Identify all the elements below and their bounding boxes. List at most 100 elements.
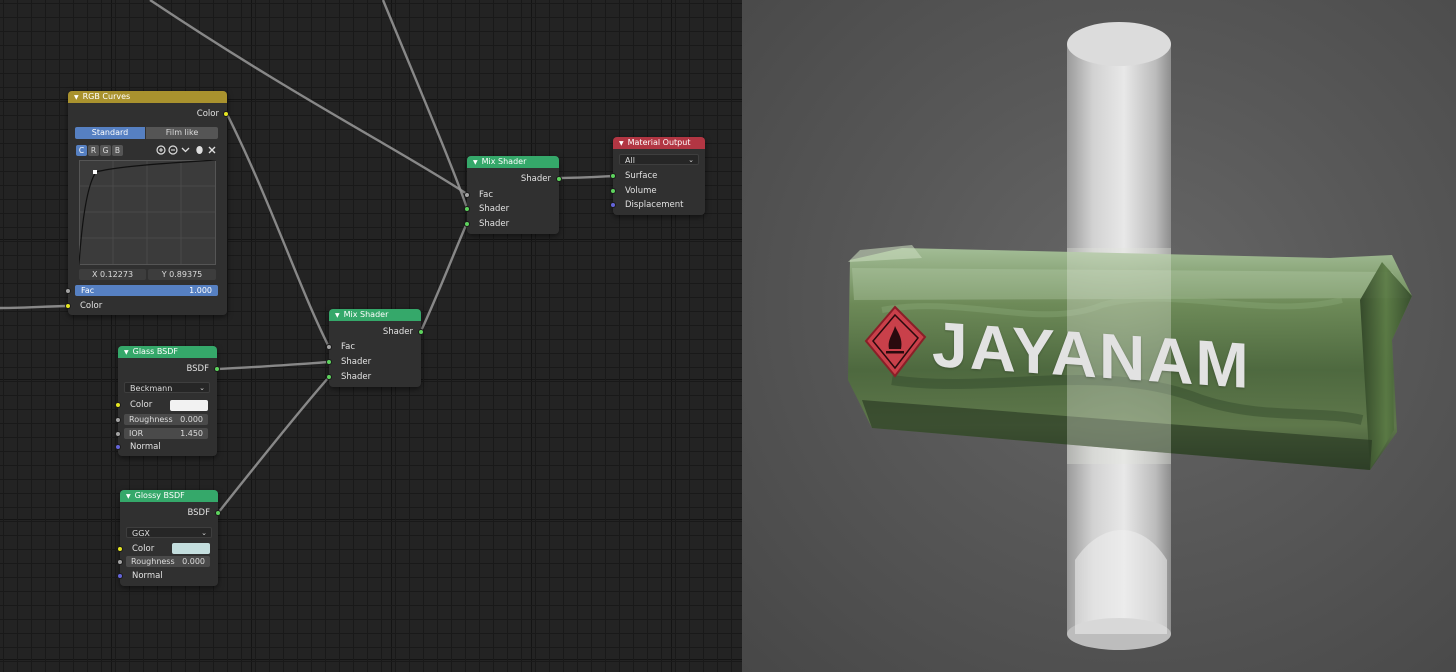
link-curves-color-to-mix1-fac: [225, 113, 331, 348]
glossy-color-socket[interactable]: [117, 546, 123, 552]
collapse-triangle-icon[interactable]: ▼: [473, 159, 478, 166]
volume-input-socket[interactable]: [610, 188, 616, 194]
glass-normal-label: Normal: [130, 442, 161, 452]
close-icon[interactable]: [208, 146, 216, 154]
fac-label: Fac: [81, 286, 95, 295]
mix-shader-1-shader-a-label: Shader: [341, 357, 372, 367]
surface-input-socket[interactable]: [610, 173, 616, 179]
glass-ior-socket[interactable]: [115, 431, 121, 437]
mix-shader-2-shader-b-socket[interactable]: [464, 221, 470, 227]
link-glossy-to-mix1: [217, 376, 330, 514]
glass-distribution-value: Beckmann: [130, 384, 173, 393]
glass-bsdf-output-socket[interactable]: [214, 366, 220, 372]
channel-b-button[interactable]: B: [112, 145, 123, 156]
glass-ior-label: IOR: [129, 429, 144, 438]
glossy-roughness-label: Roughness: [131, 557, 175, 566]
curve-x-readout: X 0.12273: [79, 269, 146, 280]
node-editor[interactable]: ▼ RGB Curves Color Standard Film like C R…: [0, 0, 742, 672]
rgb-curves-output-label: Color: [196, 109, 219, 119]
link-mix2-to-output: [558, 174, 614, 180]
glossy-distribution-dropdown[interactable]: GGX ⌄: [126, 527, 212, 538]
glossy-roughness-value: 0.000: [182, 557, 205, 566]
fac-input-socket[interactable]: [65, 288, 71, 294]
curve-mode-tab-standard[interactable]: Standard: [75, 127, 145, 139]
material-output-header[interactable]: ▼ Material Output: [613, 137, 705, 149]
mix-shader-1-shader-a-socket[interactable]: [326, 359, 332, 365]
glass-distribution-dropdown[interactable]: Beckmann ⌄: [124, 382, 210, 393]
glass-color-socket[interactable]: [115, 402, 121, 408]
glossy-bsdf-title: Glossy BSDF: [134, 491, 185, 500]
chevron-down-icon: ⌄: [201, 529, 207, 537]
mix-shader-1-shader-b-label: Shader: [341, 372, 372, 382]
mix-shader-node-2[interactable]: ▼ Mix Shader Shader Fac Shader Shader: [464, 156, 562, 234]
channel-g-button[interactable]: G: [100, 145, 111, 156]
glass-color-label: Color: [130, 400, 153, 410]
mix-shader-1-fac-label: Fac: [341, 342, 355, 352]
glass-bsdf-output-label: BSDF: [186, 364, 209, 374]
glass-ior-value: 1.450: [180, 429, 203, 438]
chevron-down-icon[interactable]: [181, 146, 190, 154]
mix-shader-2-output-label: Shader: [520, 174, 551, 184]
mix-shader-2-header[interactable]: ▼ Mix Shader: [467, 156, 559, 168]
chevron-down-icon: ⌄: [688, 156, 694, 164]
mix-shader-2-output-socket[interactable]: [556, 176, 562, 182]
curve-point: [93, 170, 97, 174]
rgb-curves-node[interactable]: ▼ RGB Curves Color Standard Film like C R…: [65, 91, 229, 315]
mix-shader-1-shader-b-socket[interactable]: [326, 374, 332, 380]
glass-bsdf-title: Glass BSDF: [132, 347, 179, 356]
glass-bsdf-header[interactable]: ▼ Glass BSDF: [118, 346, 217, 358]
glass-roughness-socket[interactable]: [115, 417, 121, 423]
rgb-curves-header[interactable]: ▼ RGB Curves: [68, 91, 227, 103]
curve-graph[interactable]: [79, 160, 216, 265]
glossy-color-label: Color: [132, 544, 155, 554]
fac-slider[interactable]: Fac 1.000: [75, 285, 218, 296]
mix-shader-1-title: Mix Shader: [343, 310, 389, 319]
curve-mode-tab-film-like[interactable]: Film like: [146, 127, 218, 139]
displacement-input-socket[interactable]: [610, 202, 616, 208]
collapse-triangle-icon[interactable]: ▼: [126, 493, 131, 500]
mix-shader-2-shader-a-label: Shader: [479, 204, 510, 214]
link-offscreen-to-mix-shader: [381, 0, 469, 209]
3d-viewport[interactable]: JAYANAM: [742, 0, 1456, 672]
zoom-in-icon[interactable]: [156, 145, 166, 155]
glass-roughness-field[interactable]: Roughness 0.000: [124, 414, 208, 425]
surface-input-label: Surface: [625, 171, 658, 181]
glossy-bsdf-output-socket[interactable]: [215, 510, 221, 516]
curve-y-readout: Y 0.89375: [148, 269, 216, 280]
mix-shader-2-fac-socket[interactable]: [464, 192, 470, 198]
mix-shader-2-shader-a-socket[interactable]: [464, 206, 470, 212]
glass-ior-field[interactable]: IOR 1.450: [124, 428, 208, 439]
clip-settings-icon[interactable]: [195, 145, 204, 155]
glossy-bsdf-output-label: BSDF: [187, 508, 210, 518]
mix-shader-1-header[interactable]: ▼ Mix Shader: [329, 309, 421, 321]
mix-shader-node-1[interactable]: ▼ Mix Shader Shader Fac Shader Shader: [326, 309, 424, 387]
collapse-triangle-icon[interactable]: ▼: [619, 140, 624, 147]
collapse-triangle-icon[interactable]: ▼: [124, 349, 129, 356]
link-offscreen-to-curves-color: [0, 304, 70, 310]
glossy-bsdf-header[interactable]: ▼ Glossy BSDF: [120, 490, 218, 502]
mix-shader-1-fac-socket[interactable]: [326, 344, 332, 350]
glossy-normal-label: Normal: [132, 571, 163, 581]
glossy-roughness-field[interactable]: Roughness 0.000: [126, 556, 210, 567]
zoom-out-icon[interactable]: [168, 145, 178, 155]
glass-bsdf-node[interactable]: ▼ Glass BSDF BSDF Beckmann ⌄ Color Roughne…: [115, 346, 220, 456]
glossy-normal-socket[interactable]: [117, 573, 123, 579]
material-output-node[interactable]: ▼ Material Output All ⌄ Surface Volume Dis…: [610, 137, 705, 215]
glossy-bsdf-node[interactable]: ▼ Glossy BSDF BSDF GGX ⌄ Color Roughness 0…: [117, 490, 221, 586]
rgb-curves-color-output-socket[interactable]: [223, 111, 229, 117]
collapse-triangle-icon[interactable]: ▼: [74, 94, 79, 101]
glossy-roughness-socket[interactable]: [117, 559, 123, 565]
glass-normal-socket[interactable]: [115, 444, 121, 450]
collapse-triangle-icon[interactable]: ▼: [335, 312, 340, 319]
output-target-dropdown[interactable]: All ⌄: [619, 154, 699, 165]
glass-color-swatch[interactable]: [170, 400, 208, 411]
channel-c-button[interactable]: C: [76, 145, 87, 156]
glass-roughness-label: Roughness: [129, 415, 173, 424]
glass-roughness-value: 0.000: [180, 415, 203, 424]
mix-shader-2-fac-label: Fac: [479, 190, 493, 200]
channel-r-button[interactable]: R: [88, 145, 99, 156]
mix-shader-1-output-socket[interactable]: [418, 329, 424, 335]
glossy-color-swatch[interactable]: [172, 543, 210, 554]
rgb-curves-title: RGB Curves: [82, 92, 131, 101]
rgb-curves-color-input-socket[interactable]: [65, 303, 71, 309]
